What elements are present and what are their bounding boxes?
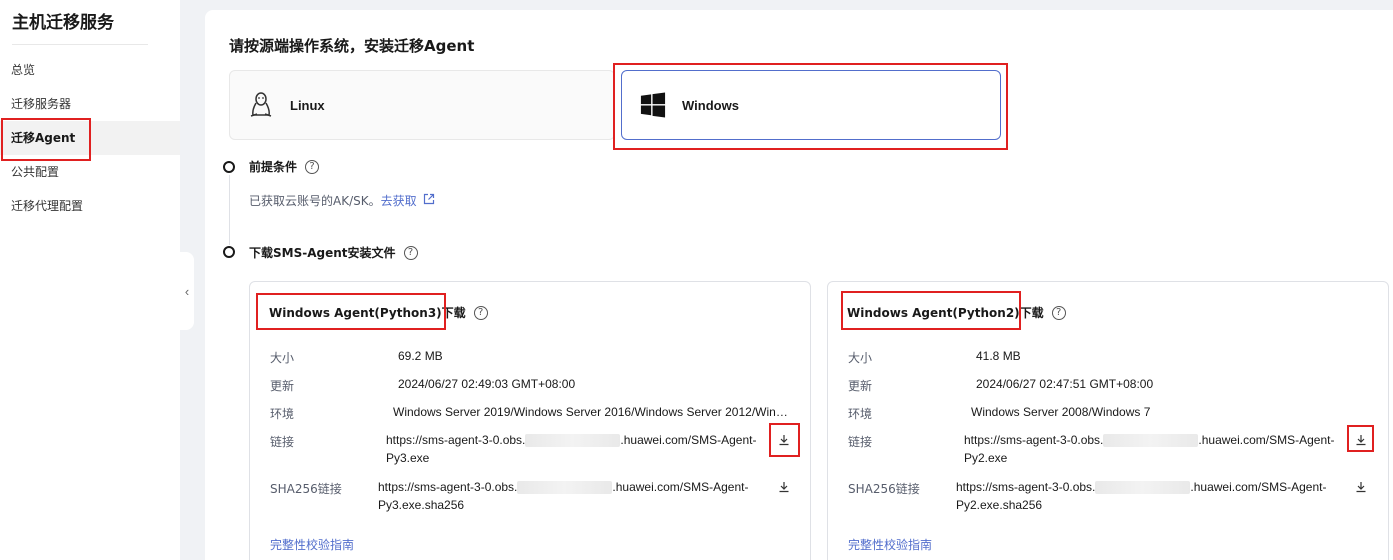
step-2-title: 下载SMS-Agent安装文件 ? [249, 244, 418, 261]
label-env: 环境 [270, 407, 295, 421]
sha-suffix: .huawei.com/SMS-Agent- [612, 480, 749, 494]
label-link: 链接 [270, 435, 295, 449]
integrity-guide-link[interactable]: 完整性校验指南 [848, 536, 932, 553]
agent-title: Windows Agent(Python3)下载 ? [269, 304, 488, 321]
label-updated: 更新 [270, 379, 295, 393]
step-1-title-text: 前提条件 [249, 160, 298, 174]
step-2-dot [223, 246, 235, 258]
label-link: 链接 [848, 435, 873, 449]
link-line2: Py2.exe [964, 451, 1008, 465]
value-updated: 2024/06/27 02:49:03 GMT+08:00 [398, 377, 576, 391]
os-option-windows[interactable]: Windows [621, 70, 1001, 140]
value-link[interactable]: https://sms-agent-3-0.obs. .huawei.com/SM… [964, 431, 1344, 467]
agent-title-text: Windows Agent(Python3)下载 [269, 306, 466, 320]
sidebar-item-proxy-config[interactable]: 迁移代理配置 [0, 189, 180, 223]
sha-prefix: https://sms-agent-3-0.obs. [378, 480, 518, 494]
value-sha256[interactable]: https://sms-agent-3-0.obs. .huawei.com/SM… [378, 478, 768, 514]
redacted-region [525, 434, 621, 448]
help-icon[interactable]: ? [305, 159, 320, 174]
download-icon[interactable] [778, 480, 792, 494]
step-2-title-text: 下载SMS-Agent安装文件 [249, 246, 396, 260]
redacted-region [517, 481, 613, 495]
value-link[interactable]: https://sms-agent-3-0.obs. .huawei.com/SM… [386, 431, 766, 467]
step-1-desc: 已获取云账号的AK/SK。 去获取 [249, 192, 435, 209]
label-sha256: SHA256链接 [848, 482, 920, 496]
value-updated: 2024/06/27 02:47:51 GMT+08:00 [976, 377, 1154, 391]
value-size: 69.2 MB [398, 349, 443, 363]
step-1-desc-text: 已获取云账号的AK/SK。 [249, 194, 381, 208]
agent-title-text: Windows Agent(Python2)下载 [847, 306, 1044, 320]
sha-prefix: https://sms-agent-3-0.obs. [956, 480, 1096, 494]
download-icon[interactable] [1355, 480, 1369, 494]
label-updated: 更新 [848, 379, 873, 393]
sidebar-item-common-config[interactable]: 公共配置 [0, 155, 180, 189]
step-1-title: 前提条件 ? [249, 158, 320, 175]
os-option-linux[interactable]: Linux [229, 70, 615, 140]
value-sha256[interactable]: https://sms-agent-3-0.obs. .huawei.com/SM… [956, 478, 1346, 514]
agent-card-python3: Windows Agent(Python3)下载 ? 大小 69.2 MB 更新… [249, 281, 811, 560]
help-icon[interactable]: ? [403, 245, 418, 260]
sidebar-item-overview[interactable]: 总览 [0, 53, 180, 87]
redacted-region [1103, 434, 1199, 448]
agent-card-python2: Windows Agent(Python2)下载 ? 大小 41.8 MB 更新… [827, 281, 1389, 560]
main-panel: 请按源端操作系统，安装迁移Agent Linux Windows 前提条件 ? … [205, 10, 1393, 560]
sidebar-item-servers[interactable]: 迁移服务器 [0, 87, 180, 121]
sidebar-collapse-handle[interactable]: ‹ [180, 252, 194, 330]
label-size: 大小 [270, 351, 295, 365]
chevron-left-icon: ‹ [184, 283, 190, 299]
integrity-guide-link[interactable]: 完整性校验指南 [270, 536, 354, 553]
link-prefix: https://sms-agent-3-0.obs. [964, 433, 1104, 447]
sha-suffix: .huawei.com/SMS-Agent- [1190, 480, 1327, 494]
label-size: 大小 [848, 351, 873, 365]
step-line [228, 175, 230, 245]
windows-logo-icon [640, 92, 666, 118]
help-icon[interactable]: ? [1051, 305, 1066, 320]
os-label-windows: Windows [682, 97, 739, 113]
help-icon[interactable]: ? [473, 305, 488, 320]
value-env: Windows Server 2008/Windows 7 [971, 405, 1151, 419]
linux-penguin-icon [248, 92, 274, 118]
sha-line2: Py2.exe.sha256 [956, 498, 1043, 512]
download-icon[interactable] [778, 433, 792, 447]
link-suffix: .huawei.com/SMS-Agent- [1198, 433, 1335, 447]
get-aksk-link[interactable]: 去获取 [381, 192, 417, 209]
sidebar-item-agent[interactable]: 迁移Agent [0, 121, 180, 155]
sidebar-divider [12, 44, 148, 45]
value-env: Windows Server 2019/Windows Server 2016/… [393, 405, 791, 419]
value-size: 41.8 MB [976, 349, 1021, 363]
link-suffix: .huawei.com/SMS-Agent- [620, 433, 757, 447]
label-sha256: SHA256链接 [270, 482, 342, 496]
step-1-dot [223, 161, 235, 173]
os-label-linux: Linux [290, 97, 325, 113]
sha-line2: Py3.exe.sha256 [378, 498, 465, 512]
label-env: 环境 [848, 407, 873, 421]
page-title: 请按源端操作系统，安装迁移Agent [229, 37, 475, 55]
link-line2: Py3.exe [386, 451, 430, 465]
download-icon[interactable] [1355, 433, 1369, 447]
sidebar-title: 主机迁移服务 [12, 13, 114, 33]
external-link-icon[interactable] [423, 193, 435, 208]
redacted-region [1095, 481, 1191, 495]
agent-title: Windows Agent(Python2)下载 ? [847, 304, 1066, 321]
link-prefix: https://sms-agent-3-0.obs. [386, 433, 526, 447]
sidebar: 主机迁移服务 总览 迁移服务器 迁移Agent 公共配置 迁移代理配置 [0, 0, 180, 560]
